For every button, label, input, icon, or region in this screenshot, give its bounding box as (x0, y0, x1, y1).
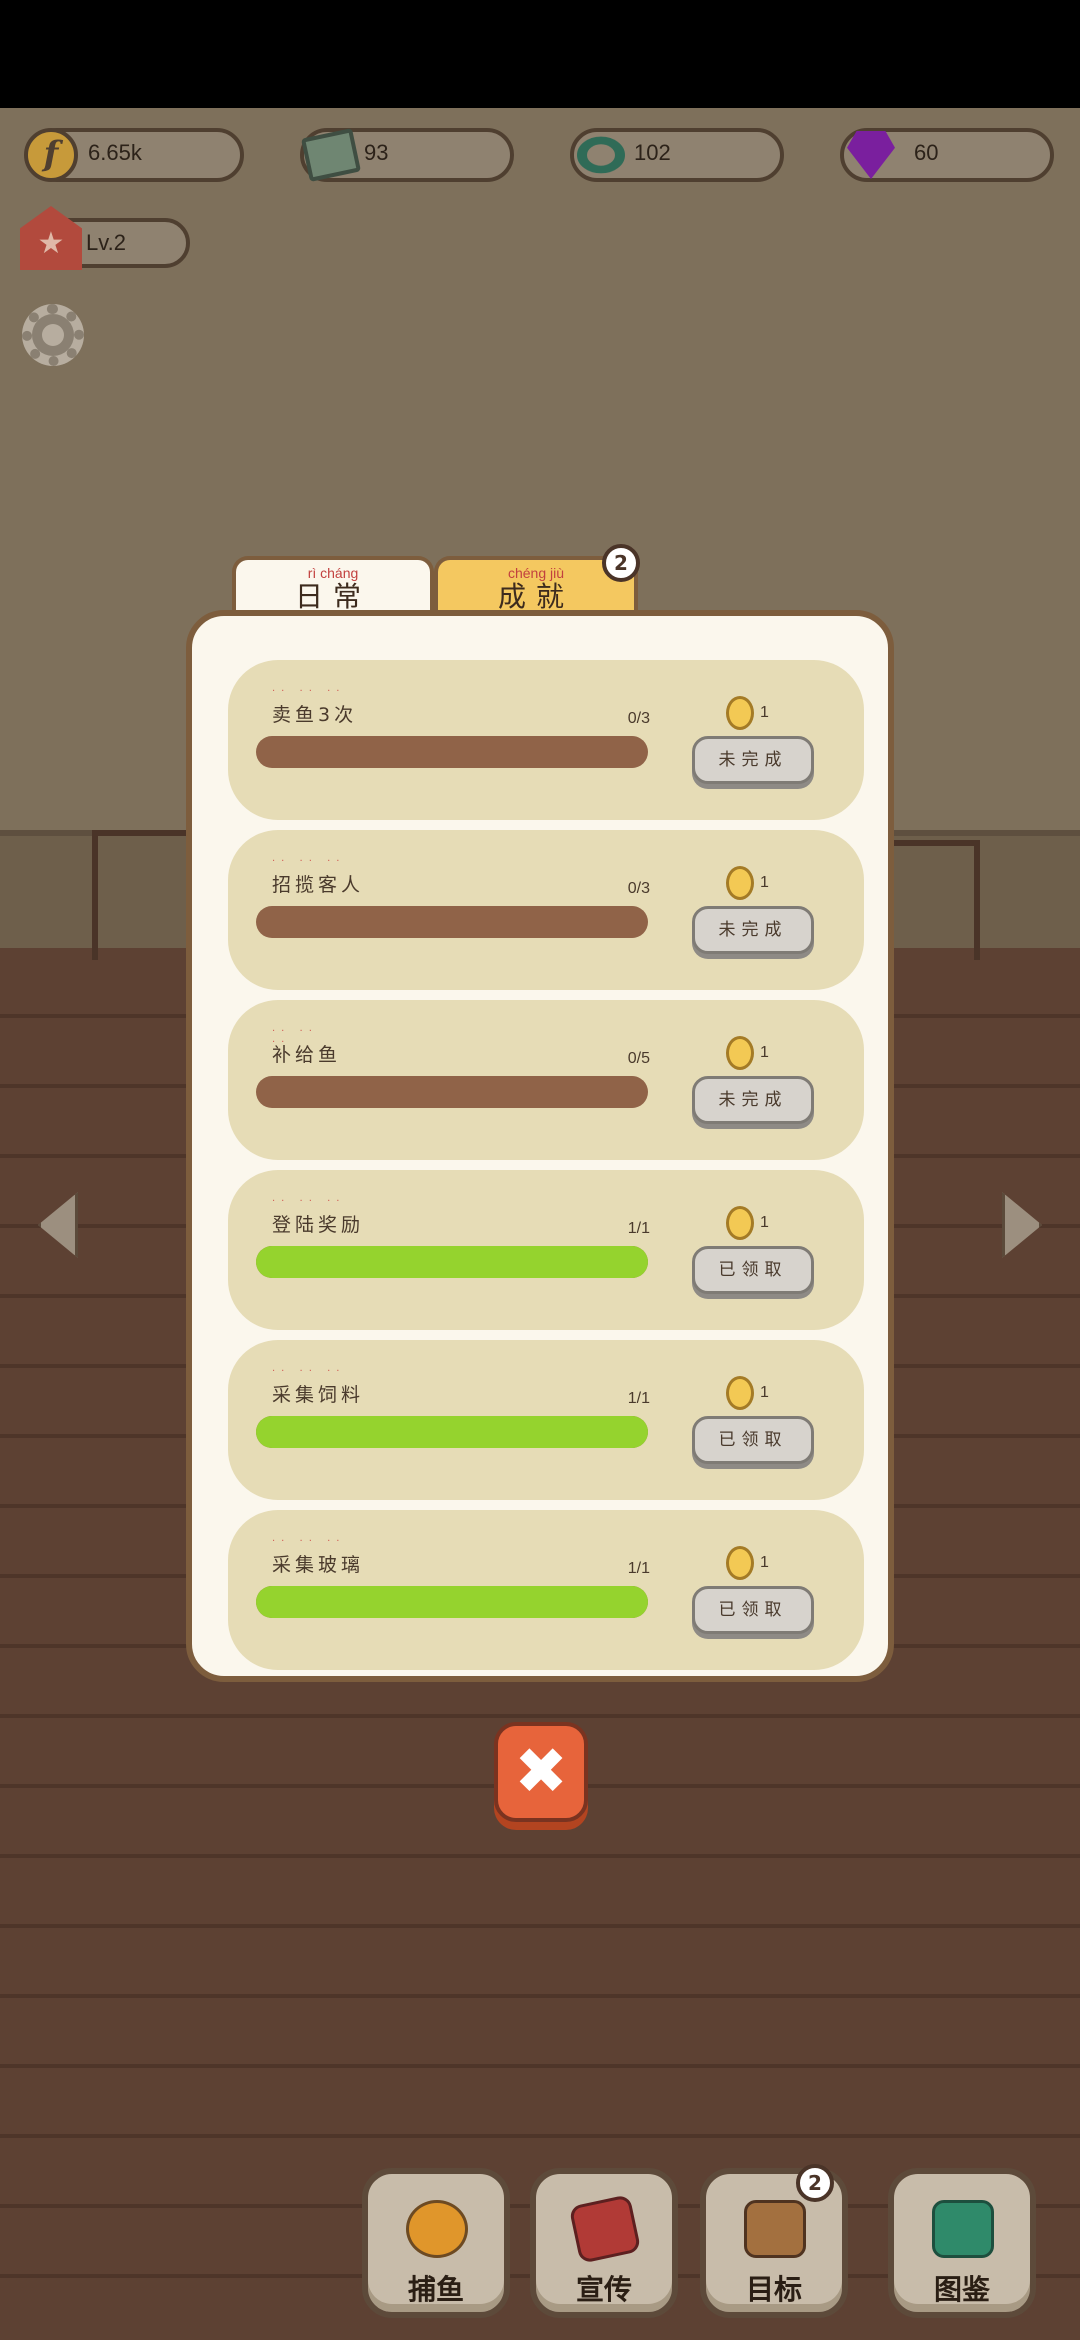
close-icon: ✖ (514, 1735, 568, 1809)
task-status-button[interactable]: 已领取 (692, 1416, 814, 1464)
nav-fishing-label: 捕鱼 (407, 2273, 464, 2306)
task-card: 补给鱼 0/5 1 未完成 (228, 1000, 864, 1160)
task-card: 招揽客人 0/3 1 未完成 (228, 830, 864, 990)
task-name: 登陆奖励 (272, 1196, 364, 1237)
status-bar (0, 0, 1080, 108)
tab-daily-label: 日常 (294, 580, 371, 613)
fish-book-icon (932, 2200, 994, 2258)
reward-amount: 1 (760, 1384, 769, 1401)
settings-gear-icon[interactable] (22, 304, 84, 366)
ring-amount: 102 (634, 140, 671, 165)
task-progress: 0/3 (627, 710, 650, 727)
task-name: 采集玻璃 (272, 1536, 364, 1577)
task-status-button[interactable]: 未完成 (692, 906, 814, 954)
close-button[interactable]: ✖ (494, 1722, 588, 1822)
task-progress-fill (256, 1416, 648, 1448)
reward-amount: 1 (760, 1044, 769, 1061)
coin-amount: 6.65k (88, 140, 142, 165)
reward-coin-icon (726, 1376, 754, 1410)
reward-coin-icon (726, 866, 754, 900)
task-progress-bar (256, 1076, 648, 1108)
promo-flyer-icon (568, 2194, 642, 2264)
daily-tasks-panel: 卖鱼3次0/31未完成招揽客人0/31未完成补给鱼0/51未完成登陆奖励1/11… (186, 610, 894, 1682)
tab-achievement-label: 成就 (497, 580, 574, 613)
ring-icon (572, 126, 630, 184)
nav-goals-label: 目标 (745, 2273, 802, 2306)
nav-goals-badge: 2 (796, 2164, 834, 2202)
task-card: 采集饲料 1/1 1 已领取 (228, 1340, 864, 1500)
task-status-button[interactable]: 已领取 (692, 1246, 814, 1294)
task-card: 卖鱼3次 0/3 1 未完成 (228, 660, 864, 820)
coin-icon: f (22, 126, 80, 184)
clipboard-icon (744, 2200, 806, 2258)
task-card: 采集玻璃 1/1 1 已领取 (228, 1510, 864, 1670)
nav-encyclopedia-button[interactable]: 图鉴 (888, 2168, 1036, 2318)
reward-amount: 1 (760, 874, 769, 891)
level-text: Lv.2 (86, 230, 126, 255)
tab-achievement-badge: 2 (602, 544, 640, 582)
task-progress: 0/3 (627, 880, 650, 897)
task-status-button[interactable]: 未完成 (692, 736, 814, 784)
task-progress-bar (256, 1586, 648, 1618)
task-progress-fill (256, 1586, 648, 1618)
reward-coin-icon (726, 696, 754, 730)
task-progress: 1/1 (627, 1220, 650, 1237)
nav-promote-label: 宣传 (575, 2273, 632, 2306)
task-card: 登陆奖励 1/1 1 已领取 (228, 1170, 864, 1330)
reward-amount: 1 (760, 1554, 769, 1571)
task-progress-bar (256, 736, 648, 768)
book-amount: 93 (364, 140, 389, 165)
book-icon (300, 126, 362, 184)
task-progress-fill (256, 1246, 648, 1278)
reward-coin-icon (726, 1206, 754, 1240)
task-progress-bar (256, 906, 648, 938)
task-progress: 1/1 (627, 1390, 650, 1407)
task-name: 采集饲料 (272, 1366, 364, 1407)
task-progress: 1/1 (627, 1560, 650, 1577)
task-progress: 0/5 (627, 1050, 650, 1067)
reward-amount: 1 (760, 1214, 769, 1231)
task-name: 卖鱼3次 (272, 686, 357, 727)
reward-coin-icon (726, 1546, 754, 1580)
reward-amount: 1 (760, 704, 769, 721)
task-progress-bar (256, 1246, 648, 1278)
gem-amount: 60 (914, 140, 939, 165)
nav-promote-button[interactable]: 宣传 (530, 2168, 678, 2318)
task-name: 招揽客人 (272, 856, 364, 897)
task-progress-bar (256, 1416, 648, 1448)
task-status-button[interactable]: 未完成 (692, 1076, 814, 1124)
task-name: 补给鱼 (272, 1026, 341, 1067)
submarine-icon (406, 2200, 468, 2258)
reward-coin-icon (726, 1036, 754, 1070)
nav-encyclopedia-label: 图鉴 (933, 2273, 990, 2306)
nav-fishing-button[interactable]: 捕鱼 (362, 2168, 510, 2318)
shop-shelf-right (880, 840, 980, 960)
task-status-button[interactable]: 已领取 (692, 1586, 814, 1634)
gem-icon (842, 126, 900, 184)
